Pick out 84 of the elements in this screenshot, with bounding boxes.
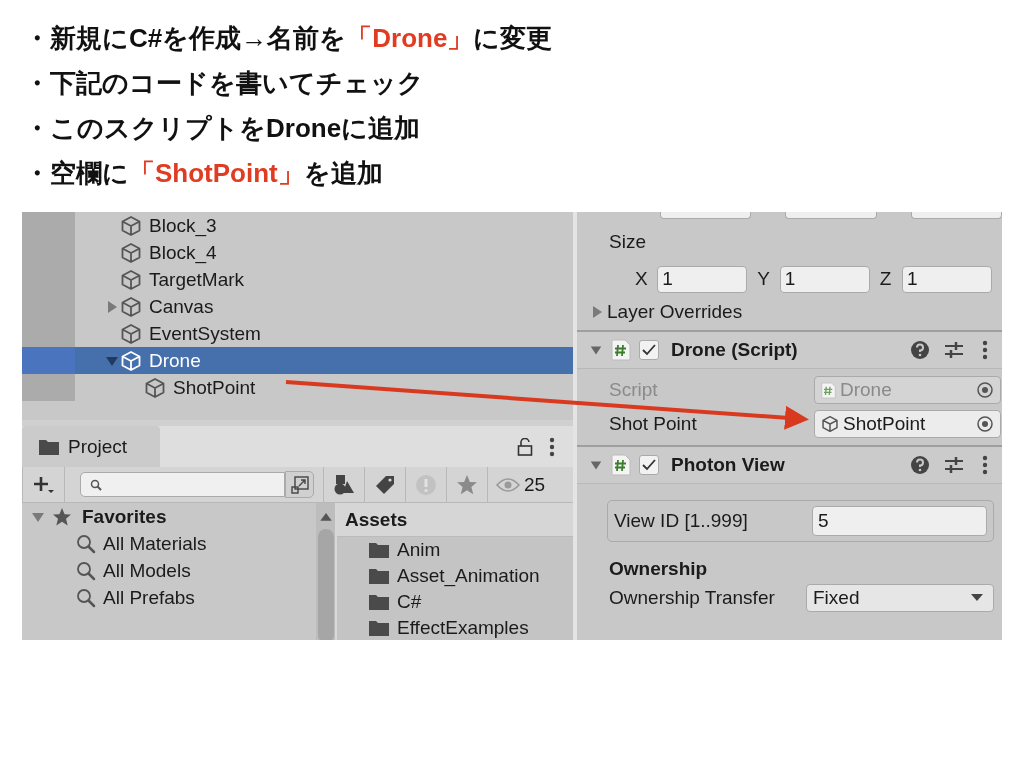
field-label: View ID [1..999] xyxy=(614,510,748,532)
eye-icon xyxy=(496,476,520,493)
text-field[interactable] xyxy=(660,212,752,219)
script-icon xyxy=(821,381,836,399)
star-icon xyxy=(52,506,72,527)
enabled-checkbox[interactable] xyxy=(639,455,659,475)
tag-icon xyxy=(375,474,395,495)
star-icon xyxy=(456,473,478,496)
exclamation-icon xyxy=(415,473,437,496)
cube-icon xyxy=(120,241,142,264)
folder-icon xyxy=(368,541,390,559)
ownership-dropdown[interactable]: Fixed xyxy=(806,584,994,612)
text-field[interactable] xyxy=(910,212,1002,219)
folder-icon xyxy=(368,619,390,637)
search-field[interactable] xyxy=(80,472,285,497)
scroll-up-icon xyxy=(319,513,332,521)
help-icon[interactable] xyxy=(910,340,930,360)
hidden-packages-button[interactable]: 25 xyxy=(487,467,554,502)
section-heading: Ownership xyxy=(608,557,709,581)
lock-icon[interactable] xyxy=(517,437,533,456)
script-icon xyxy=(611,454,631,476)
cube-icon xyxy=(120,268,142,291)
search-icon xyxy=(90,478,102,491)
check-icon xyxy=(642,344,656,356)
bullet-text: ・新規にC#を作成→名前を「Drone」に変更 xyxy=(24,22,553,55)
component-title: Photon View xyxy=(671,454,785,476)
plus-icon xyxy=(32,474,55,495)
shapes-icon xyxy=(333,473,355,496)
asset-folder[interactable]: Asset_Animation xyxy=(337,563,573,589)
window-icon xyxy=(289,474,310,495)
assets-header: Assets xyxy=(337,503,573,537)
folder-icon xyxy=(368,593,390,611)
favorites-header[interactable]: Favorites xyxy=(22,503,316,530)
folder-icon xyxy=(368,567,390,585)
cube-icon xyxy=(120,349,142,372)
search-mode-button[interactable] xyxy=(285,471,314,498)
scrollbar[interactable] xyxy=(316,503,337,640)
sliders-icon[interactable] xyxy=(944,341,964,359)
add-button[interactable] xyxy=(22,467,65,502)
cube-icon xyxy=(120,322,142,345)
size-field[interactable]: 1 xyxy=(902,265,992,293)
asset-folder[interactable]: C# xyxy=(337,589,573,615)
tree-item[interactable]: Drone xyxy=(22,347,573,374)
cube-icon xyxy=(120,214,142,237)
search-icon xyxy=(75,559,97,582)
check-icon xyxy=(642,459,656,471)
axis-label: X xyxy=(635,268,649,290)
folder-icon xyxy=(38,437,60,456)
sliders-icon[interactable] xyxy=(944,456,964,474)
asset-folder[interactable]: Anim xyxy=(337,537,573,563)
favorites-item[interactable]: All Prefabs xyxy=(22,584,316,611)
cube-icon xyxy=(144,376,166,399)
help-icon[interactable] xyxy=(910,455,930,475)
component-title: Drone (Script) xyxy=(671,339,798,361)
object-picker-icon[interactable] xyxy=(976,381,994,399)
axis-label: Y xyxy=(757,268,771,290)
size-field[interactable]: 1 xyxy=(657,265,748,293)
asset-folder[interactable]: EffectExamples xyxy=(337,615,573,640)
size-label: Size xyxy=(608,230,647,254)
favorites-item[interactable]: All Models xyxy=(22,557,316,584)
more-icon[interactable] xyxy=(982,455,988,475)
more-icon[interactable] xyxy=(982,340,988,360)
enabled-checkbox[interactable] xyxy=(639,340,659,360)
cube-icon xyxy=(821,415,839,433)
size-field[interactable]: 1 xyxy=(779,265,870,293)
text-field[interactable] xyxy=(785,212,877,219)
project-tab[interactable]: Project xyxy=(22,426,160,467)
object-picker-icon[interactable] xyxy=(976,415,994,433)
view-id-field[interactable]: 5 xyxy=(812,506,987,536)
axis-label: Z xyxy=(879,268,893,290)
field-label: Shot Point xyxy=(609,413,698,435)
object-field[interactable]: ShotPoint xyxy=(814,410,1001,438)
search-icon xyxy=(75,586,97,609)
search-icon xyxy=(75,532,97,555)
script-icon xyxy=(611,339,631,361)
dropdown-arrow-icon xyxy=(971,594,983,602)
cube-icon xyxy=(120,295,142,318)
favorites-item[interactable]: All Materials xyxy=(22,530,316,557)
bullet-text: ・空欄に「ShotPoint」を追加 xyxy=(24,157,383,190)
field-label: Ownership Transfer xyxy=(609,587,775,609)
bullet-text: ・このスクリプトをDroneに追加 xyxy=(24,112,421,145)
more-icon[interactable] xyxy=(549,436,555,457)
bullet-text: ・下記のコードを書いてチェック xyxy=(24,67,424,100)
field-label: Script xyxy=(609,379,659,401)
